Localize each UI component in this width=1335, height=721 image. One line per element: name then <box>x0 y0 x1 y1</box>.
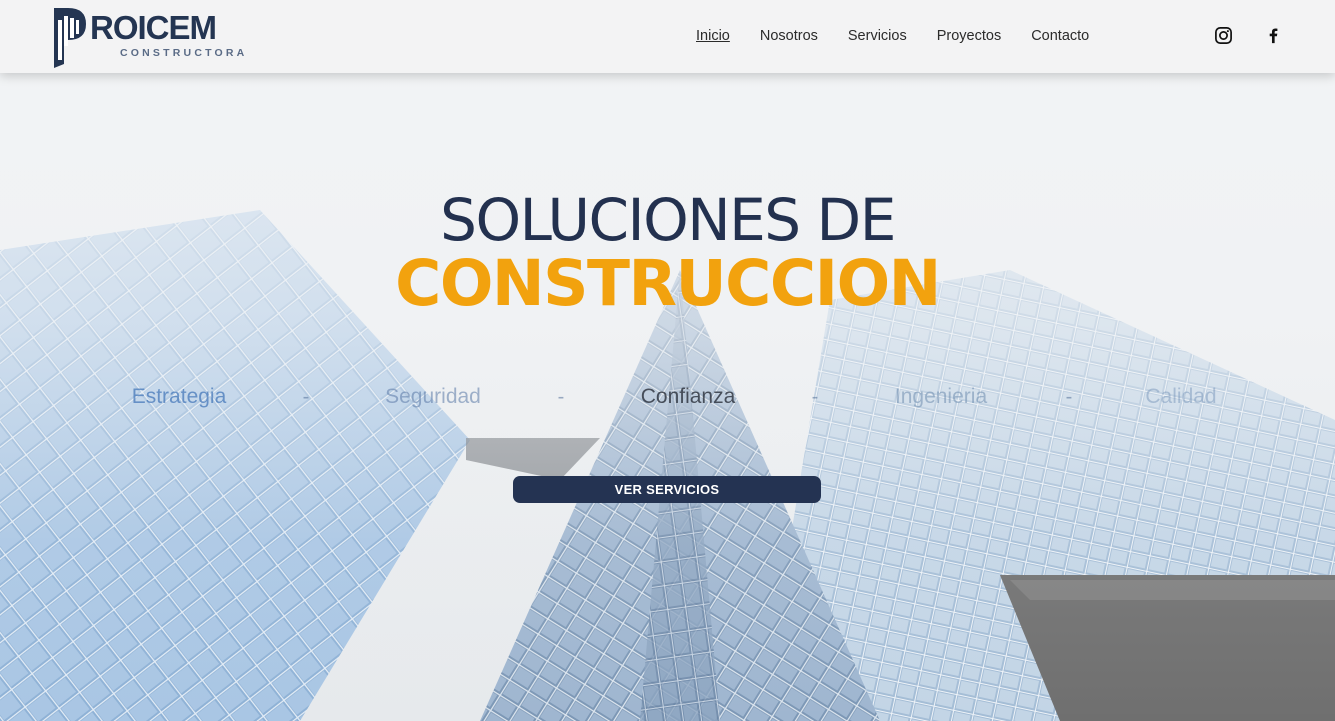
hero-subtitle: CONSTRUCCION <box>395 247 941 320</box>
value-word-confianza: Confianza <box>640 385 736 408</box>
values-carousel: Estrategia - Seguridad - Confianza - Ing… <box>0 383 1335 413</box>
ver-servicios-button[interactable]: VER SERVICIOS <box>513 476 821 503</box>
value-word-estrategia: Estrategia <box>131 385 227 408</box>
site-header: ROICEM CONSTRUCTORA Inicio Nosotros Serv… <box>0 0 1335 73</box>
nav-item-proyectos[interactable]: Proyectos <box>937 27 1001 47</box>
hero-background-image <box>0 0 1335 721</box>
value-separator: - <box>557 386 565 408</box>
logo-tagline: CONSTRUCTORA <box>120 47 248 59</box>
instagram-icon[interactable] <box>1214 26 1234 46</box>
value-word-seguridad: Seguridad <box>385 385 481 408</box>
value-word-calidad: Calidad <box>1145 385 1217 408</box>
nav-item-nosotros[interactable]: Nosotros <box>760 27 818 47</box>
nav-item-inicio[interactable]: Inicio <box>696 27 730 47</box>
main-navigation: Inicio Nosotros Servicios Proyectos Cont… <box>696 27 1119 47</box>
logo-building-icon <box>54 8 86 68</box>
facebook-icon[interactable] <box>1264 26 1284 46</box>
brand-logo[interactable]: ROICEM CONSTRUCTORA <box>50 6 250 68</box>
nav-item-servicios[interactable]: Servicios <box>848 27 907 47</box>
value-separator: - <box>1065 386 1073 408</box>
value-separator: - <box>811 386 819 408</box>
logo-wordmark: ROICEM <box>90 9 217 46</box>
value-separator: - <box>302 386 310 408</box>
hero-title: SOLUCIONES DE <box>440 186 896 254</box>
nav-item-contacto[interactable]: Contacto <box>1031 27 1089 47</box>
value-word-ingenieria: Ingenieria <box>894 385 988 408</box>
